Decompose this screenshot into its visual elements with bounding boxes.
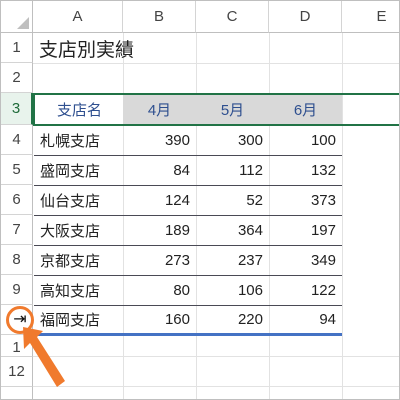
row-header-7[interactable]: 7 (1, 215, 33, 245)
table-bottom-border (34, 333, 342, 336)
value-cell[interactable]: 106 (196, 275, 269, 305)
column-header-d[interactable]: D (269, 1, 342, 33)
value-cell[interactable]: 160 (123, 305, 196, 333)
value-cell[interactable]: 373 (269, 185, 342, 215)
value-cell[interactable]: 364 (196, 215, 269, 245)
branch-cell[interactable]: 盛岡支店 (34, 155, 123, 185)
row-header-6[interactable]: 6 (1, 185, 33, 215)
branch-cell[interactable]: 大阪支店 (34, 215, 123, 245)
select-all-button[interactable] (1, 1, 33, 33)
value-cell[interactable]: 94 (269, 305, 342, 333)
gridline (33, 63, 399, 64)
row-header-4[interactable]: 4 (1, 125, 33, 155)
gridline (33, 356, 399, 357)
row-header-9[interactable]: 9 (1, 275, 33, 305)
value-cell[interactable]: 189 (123, 215, 196, 245)
gridline (33, 386, 399, 387)
column-header-a[interactable]: A (33, 1, 123, 33)
branch-cell[interactable]: 高知支店 (34, 275, 123, 305)
value-cell[interactable]: 124 (123, 185, 196, 215)
column-header-e[interactable]: E (342, 1, 399, 33)
branch-cell[interactable]: 京都支店 (34, 245, 123, 275)
column-header-c[interactable]: C (196, 1, 269, 33)
value-cell[interactable]: 52 (196, 185, 269, 215)
branch-cell[interactable]: 札幌支店 (34, 125, 123, 155)
column-header-b[interactable]: B (123, 1, 196, 33)
value-cell[interactable]: 273 (123, 245, 196, 275)
value-cell[interactable]: 237 (196, 245, 269, 275)
row-selection-border (33, 93, 399, 126)
gridline (342, 33, 343, 399)
value-cell[interactable]: 132 (269, 155, 342, 185)
orange-arrow-icon (23, 327, 65, 387)
row-header-1[interactable]: 1 (1, 33, 33, 63)
row-header-8[interactable]: 8 (1, 245, 33, 275)
value-cell[interactable]: 100 (269, 125, 342, 155)
sheet-title: 支店別実績 (39, 39, 135, 61)
value-cell[interactable]: 220 (196, 305, 269, 333)
value-cell[interactable]: 122 (269, 275, 342, 305)
value-cell[interactable]: 300 (196, 125, 269, 155)
row-header-2[interactable]: 2 (1, 63, 33, 93)
value-cell[interactable]: 197 (269, 215, 342, 245)
value-cell[interactable]: 390 (123, 125, 196, 155)
value-cell[interactable]: 112 (196, 155, 269, 185)
branch-cell[interactable]: 仙台支店 (34, 185, 123, 215)
select-all-triangle-icon (17, 17, 29, 29)
value-cell[interactable]: 84 (123, 155, 196, 185)
row-header-5[interactable]: 5 (1, 155, 33, 185)
row-header-3[interactable]: 3 (1, 93, 33, 125)
spreadsheet-window: A B C D E 1 2 3 4 5 6 7 8 9 1 12 支店別実績 支… (0, 0, 400, 400)
value-cell[interactable]: 80 (123, 275, 196, 305)
worksheet: A B C D E 1 2 3 4 5 6 7 8 9 1 12 支店別実績 支… (1, 1, 399, 399)
value-cell[interactable]: 349 (269, 245, 342, 275)
